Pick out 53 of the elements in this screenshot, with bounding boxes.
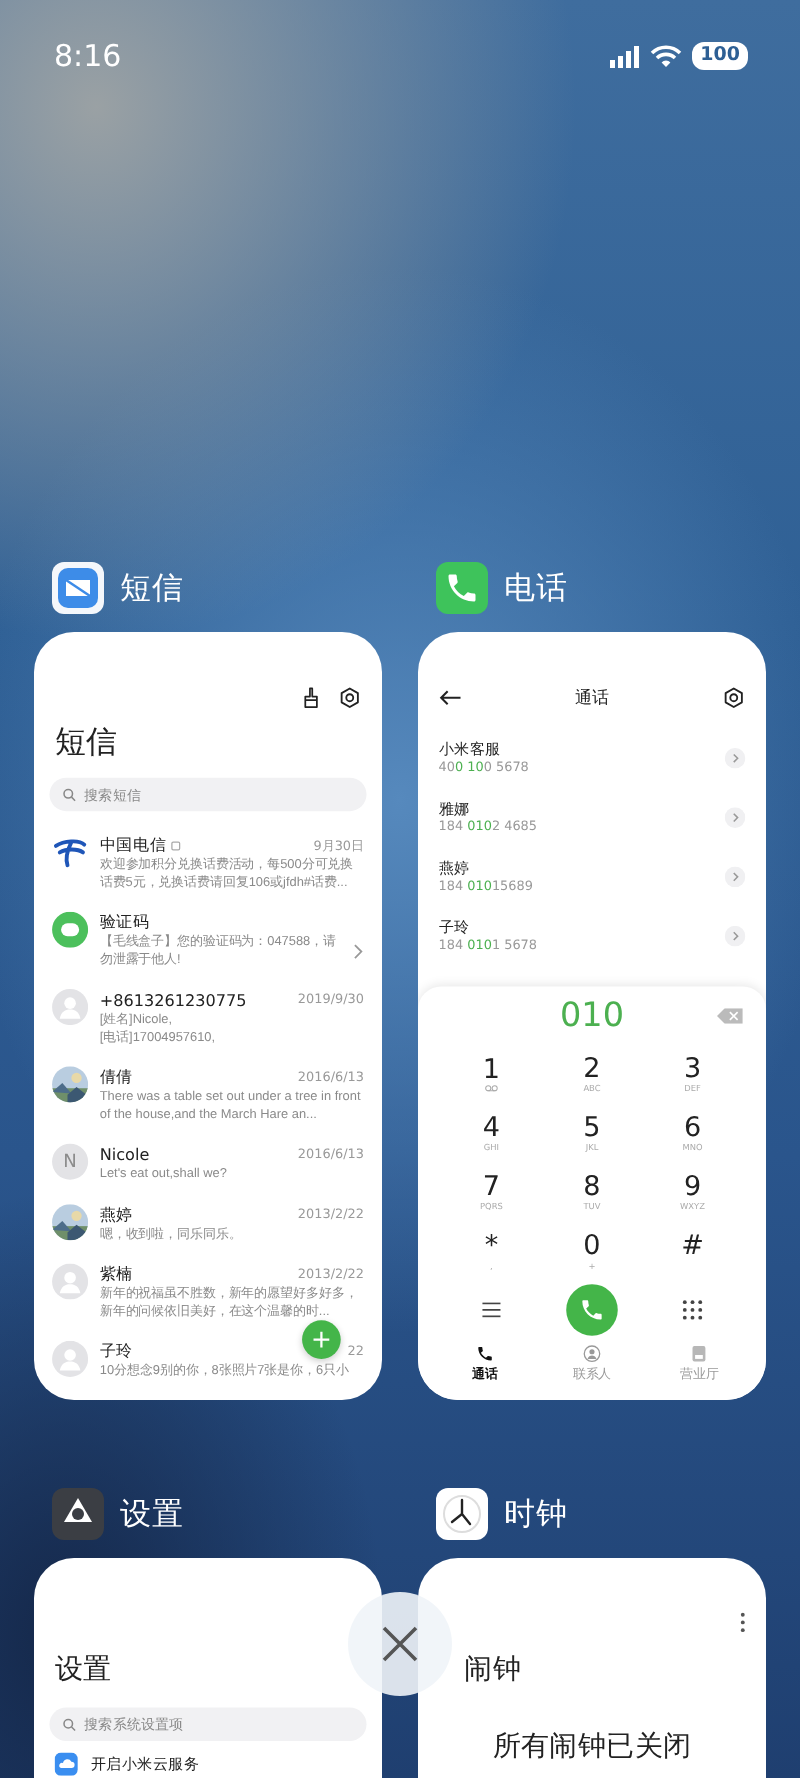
call-button[interactable]	[566, 1284, 618, 1336]
dial-key[interactable]: 1	[441, 1043, 542, 1103]
sender-name[interactable]: 紫楠	[99, 1263, 134, 1286]
sender-name[interactable]: 倩倩	[99, 1066, 134, 1089]
clock-app-icon[interactable]	[436, 1488, 488, 1540]
more-icon[interactable]	[740, 1612, 746, 1633]
broom-icon[interactable]	[299, 686, 323, 710]
person-avatar-icon	[52, 989, 89, 1026]
dial-key[interactable]: #	[642, 1221, 743, 1281]
phone-icon	[579, 1297, 605, 1323]
menu-icon[interactable]	[481, 1302, 502, 1318]
screen-title: 通话	[575, 686, 609, 710]
app-name: 电话	[504, 567, 568, 609]
sender-name[interactable]: 验证码	[99, 911, 150, 934]
phone-app-icon[interactable]	[436, 562, 488, 614]
settings-icon[interactable]	[338, 686, 362, 710]
empty-message: 所有闹钟已关闭	[492, 1728, 692, 1766]
search-icon	[62, 787, 77, 802]
sender-name[interactable]: +8613261230775	[99, 990, 247, 1010]
signal-icon	[610, 45, 641, 67]
chat-avatar-icon	[52, 911, 89, 948]
person-avatar-icon	[52, 1340, 89, 1377]
clock-time: 8:16	[54, 38, 122, 74]
sender-name[interactable]: 燕婷	[99, 1203, 134, 1226]
chevron-icon[interactable]	[351, 941, 364, 960]
settings-icon[interactable]	[722, 686, 746, 710]
store-icon	[690, 1344, 709, 1363]
screen-title: 短信	[54, 722, 119, 761]
app-name: 短信	[120, 567, 184, 609]
sender-name[interactable]: 子玲	[99, 1340, 134, 1363]
compose-button[interactable]	[302, 1320, 341, 1359]
letter-avatar: N	[52, 1143, 89, 1180]
wifi-icon	[650, 44, 683, 68]
person-avatar-icon	[52, 1263, 89, 1300]
battery-level: 100	[692, 42, 748, 70]
keypad-icon[interactable]	[682, 1299, 703, 1321]
screen-title: 设置	[54, 1652, 112, 1689]
cloud-icon	[54, 1752, 78, 1776]
app-name: 时钟	[504, 1493, 568, 1535]
sender-name[interactable]: 中国电信	[99, 834, 167, 857]
messages-app-icon[interactable]	[52, 562, 104, 614]
person-icon	[582, 1344, 601, 1363]
telecom-logo-icon	[52, 834, 89, 871]
phone-icon	[475, 1344, 494, 1363]
sender-name[interactable]: Nicole	[99, 1144, 150, 1165]
search-icon	[62, 1717, 77, 1732]
screen-title: 闹钟	[464, 1652, 522, 1689]
close-icon	[380, 1624, 420, 1664]
app-preview-card[interactable]: 闹钟 所有闹钟已关闭	[418, 1558, 766, 1778]
back-arrow-icon[interactable]	[438, 688, 462, 707]
dialed-number: 010	[560, 996, 624, 1036]
app-name: 设置	[120, 1493, 184, 1535]
plus-icon	[312, 1330, 331, 1349]
